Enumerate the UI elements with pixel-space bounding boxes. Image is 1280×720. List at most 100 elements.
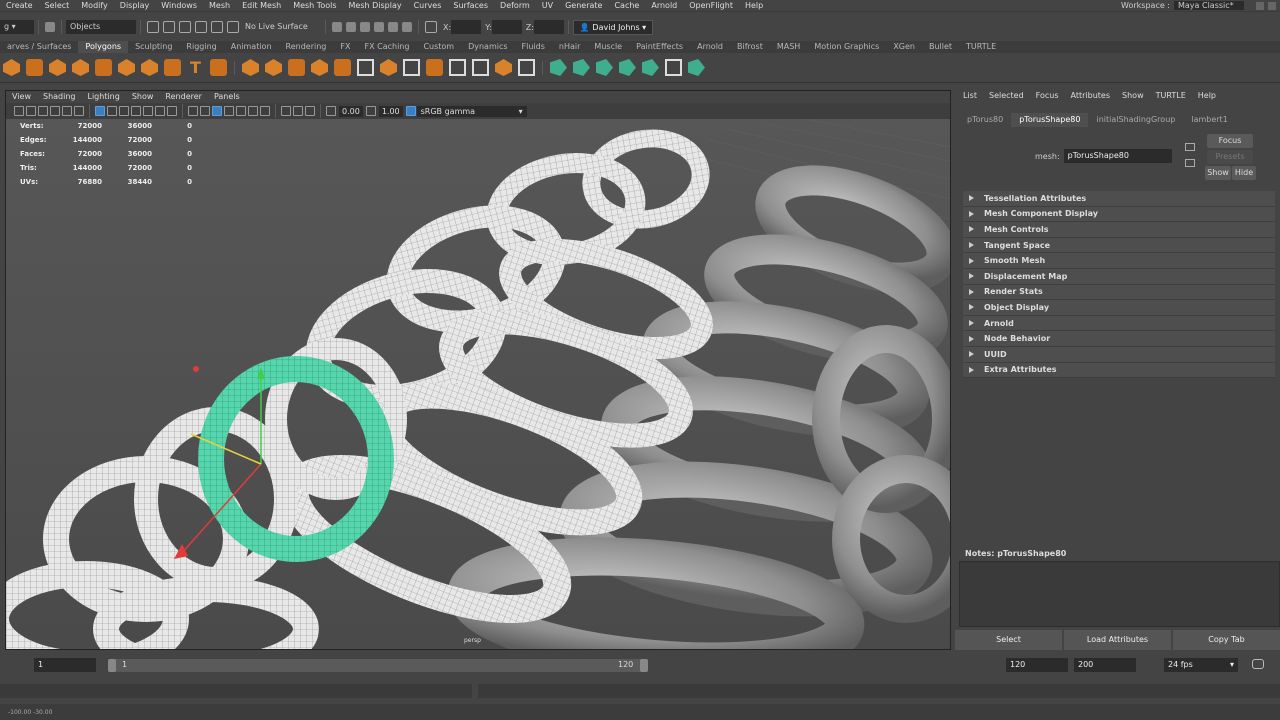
- notes-field[interactable]: [959, 561, 1280, 627]
- field-chart-icon[interactable]: [143, 106, 153, 116]
- snap-curve-icon[interactable]: [163, 21, 175, 33]
- viewport-menu-view[interactable]: View: [6, 91, 37, 103]
- show-button[interactable]: Show: [1205, 166, 1231, 180]
- range-bar[interactable]: 1 120: [108, 659, 648, 672]
- shelf-tab-fx-caching[interactable]: FX Caching: [357, 41, 416, 53]
- attr-menu-selected[interactable]: Selected: [983, 87, 1030, 105]
- shelf-tab-polygons[interactable]: Polygons: [78, 41, 129, 53]
- resolution-gate-icon[interactable]: [119, 106, 129, 116]
- smooth-icon[interactable]: [311, 59, 328, 76]
- menu-help[interactable]: Help: [739, 0, 769, 11]
- go-to-output-icon[interactable]: [1185, 159, 1195, 167]
- isolate-select-icon[interactable]: [281, 106, 291, 116]
- ambient-occlusion-icon[interactable]: [260, 106, 270, 116]
- bookmark-icon[interactable]: [38, 106, 48, 116]
- platonic-icon[interactable]: [164, 59, 181, 76]
- end-frame-field[interactable]: 120: [1006, 658, 1068, 672]
- shelf-tab-dynamics[interactable]: Dynamics: [461, 41, 514, 53]
- settings-icon[interactable]: [1268, 2, 1276, 10]
- menu-mesh[interactable]: Mesh: [203, 0, 236, 11]
- section-tessellation-attributes[interactable]: Tessellation Attributes: [963, 191, 1275, 207]
- menu-surfaces[interactable]: Surfaces: [447, 0, 494, 11]
- range-end-handle[interactable]: [640, 659, 648, 672]
- snap-surface-icon[interactable]: [211, 21, 223, 33]
- select-button[interactable]: Select: [955, 630, 1062, 650]
- ipr-render-icon[interactable]: [346, 22, 356, 32]
- uv-unfold-icon[interactable]: [642, 59, 659, 76]
- menu-arnold[interactable]: Arnold: [645, 0, 683, 11]
- section-extra-attributes[interactable]: Extra Attributes: [963, 362, 1275, 379]
- section-arnold[interactable]: Arnold: [963, 315, 1275, 332]
- workspace-dropdown[interactable]: Maya Classic*: [1174, 1, 1244, 10]
- menu-deform[interactable]: Deform: [494, 0, 536, 11]
- uv-planar-icon[interactable]: [550, 59, 567, 76]
- section-node-behavior[interactable]: Node Behavior: [963, 331, 1275, 347]
- menu-cache[interactable]: Cache: [608, 0, 645, 11]
- shelf-tab-arnold[interactable]: Arnold: [690, 41, 730, 53]
- uv-layout-icon[interactable]: [688, 59, 705, 76]
- mesh-name-field[interactable]: pTorusShape80: [1063, 149, 1172, 163]
- shelf-tab-fluids[interactable]: Fluids: [515, 41, 552, 53]
- shelf-tab-mash[interactable]: MASH: [770, 41, 807, 53]
- gamma-field[interactable]: 1.00: [378, 105, 403, 117]
- focus-button[interactable]: Focus: [1207, 134, 1253, 148]
- shelf-tab-rendering[interactable]: Rendering: [279, 41, 334, 53]
- xray-icon[interactable]: [293, 106, 303, 116]
- attr-tab-lambert1[interactable]: lambert1: [1183, 113, 1235, 127]
- render-frame-icon[interactable]: [332, 22, 342, 32]
- attr-menu-turtle[interactable]: TURTLE: [1150, 87, 1192, 105]
- 3d-viewport[interactable]: [6, 118, 950, 649]
- menu-uv[interactable]: UV: [536, 0, 559, 11]
- make-live-icon[interactable]: [227, 21, 239, 33]
- section-smooth-mesh[interactable]: Smooth Mesh: [963, 253, 1275, 269]
- viewport-menu-show[interactable]: Show: [126, 91, 160, 103]
- pause-icon[interactable]: [402, 22, 412, 32]
- boolean-icon[interactable]: [334, 59, 351, 76]
- grid-icon[interactable]: [95, 106, 105, 116]
- safe-title-icon[interactable]: [167, 106, 177, 116]
- shelf-tab-arves-surfaces[interactable]: arves / Surfaces: [0, 41, 78, 53]
- image-plane-icon[interactable]: [50, 106, 60, 116]
- grease-pencil-icon[interactable]: [74, 106, 84, 116]
- xray-joints-icon[interactable]: [305, 106, 315, 116]
- shelf-tab-custom[interactable]: Custom: [416, 41, 461, 53]
- viewport-menu-panels[interactable]: Panels: [208, 91, 246, 103]
- section-object-display[interactable]: Object Display: [963, 300, 1275, 316]
- menu-generate[interactable]: Generate: [559, 0, 608, 11]
- shelf-tab-muscle[interactable]: Muscle: [587, 41, 629, 53]
- hide-button[interactable]: Hide: [1232, 166, 1256, 180]
- viewport-menu-shading[interactable]: Shading: [37, 91, 82, 103]
- go-to-input-icon[interactable]: [1185, 143, 1195, 151]
- bevel-icon[interactable]: [426, 59, 443, 76]
- textured-icon[interactable]: [224, 106, 234, 116]
- multi-cut-icon[interactable]: [357, 59, 374, 76]
- shelf-tab-turtle[interactable]: TURTLE: [959, 41, 1003, 53]
- section-mesh-controls[interactable]: Mesh Controls: [963, 222, 1275, 238]
- attr-menu-attributes[interactable]: Attributes: [1065, 87, 1117, 105]
- offset-loop-icon[interactable]: [472, 59, 489, 76]
- presets-button[interactable]: Presets: [1207, 150, 1253, 164]
- attr-tab-ptorus80[interactable]: pTorus80: [959, 113, 1011, 127]
- shelf-tab-sculpting[interactable]: Sculpting: [128, 41, 179, 53]
- menu-display[interactable]: Display: [114, 0, 156, 11]
- wireframe-icon[interactable]: [188, 106, 198, 116]
- attr-menu-help[interactable]: Help: [1192, 87, 1222, 105]
- menu-create[interactable]: Create: [0, 0, 39, 11]
- menu-openflight[interactable]: OpenFlight: [683, 0, 739, 11]
- menu-edit-mesh[interactable]: Edit Mesh: [236, 0, 287, 11]
- transform-input-icon[interactable]: [425, 21, 437, 33]
- z-field[interactable]: [533, 20, 564, 34]
- lights-icon[interactable]: [236, 106, 246, 116]
- hypershade-icon[interactable]: [374, 22, 384, 32]
- range-start-handle[interactable]: [108, 659, 116, 672]
- camera-attributes-icon[interactable]: [26, 106, 36, 116]
- color-space-dropdown[interactable]: sRGB gamma ▾: [416, 105, 527, 117]
- poly-cylinder-icon[interactable]: [49, 59, 66, 76]
- shelf-tab-motion-graphics[interactable]: Motion Graphics: [807, 41, 886, 53]
- shelf-tab-xgen[interactable]: XGen: [886, 41, 922, 53]
- target-weld-icon[interactable]: [518, 59, 535, 76]
- exposure-field[interactable]: 0.00: [339, 105, 363, 117]
- film-gate-icon[interactable]: [107, 106, 117, 116]
- menu-modify[interactable]: Modify: [75, 0, 114, 11]
- select-mode-dropdown[interactable]: Objects: [66, 20, 136, 34]
